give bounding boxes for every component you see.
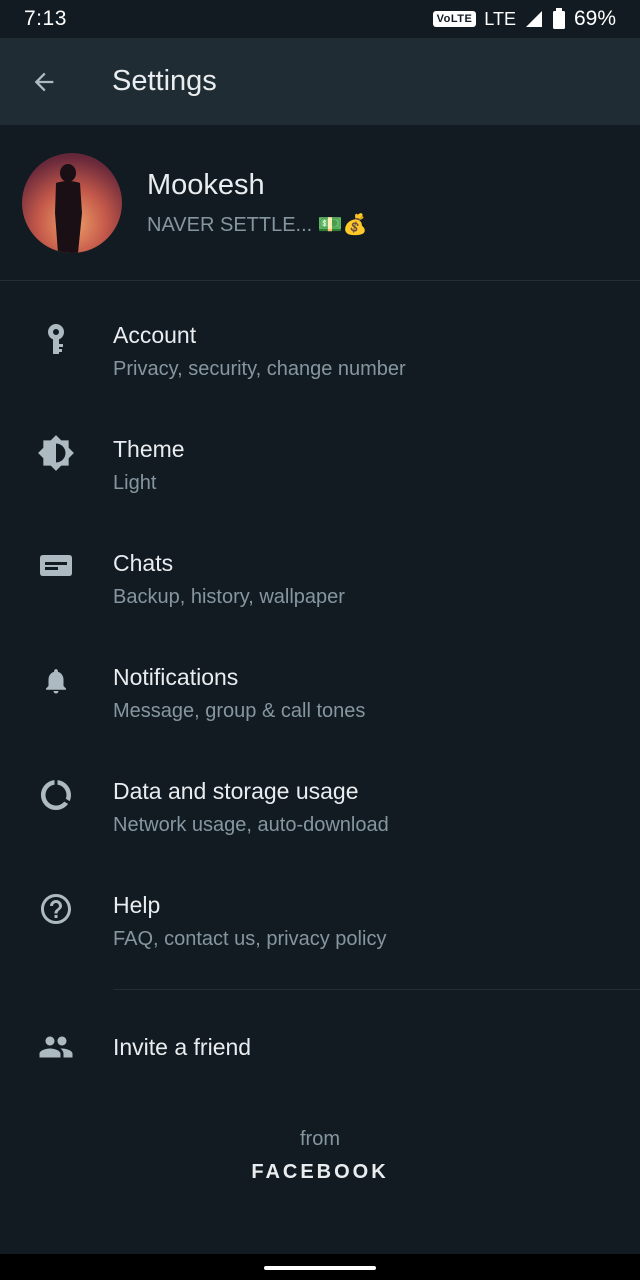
- battery-icon: [552, 8, 565, 29]
- status-bar: 7:13 VoLTE LTE 69%: [0, 0, 640, 38]
- back-arrow-icon: [34, 72, 54, 91]
- menu-item-help[interactable]: Help FAQ, contact us, privacy policy: [0, 852, 640, 966]
- menu-subtitle: FAQ, contact us, privacy policy: [113, 928, 387, 950]
- battery-percent: 69%: [573, 7, 616, 30]
- menu-title: Help: [113, 892, 161, 918]
- menu-subtitle: Message, group & call tones: [113, 700, 366, 722]
- chat-icon: [36, 547, 76, 587]
- profile-status: NAVER SETTLE... 💵💰: [147, 213, 368, 236]
- help-icon: [36, 889, 76, 929]
- footer-brand: FACEBOOK: [251, 1161, 389, 1183]
- profile-row[interactable]: Mookesh NAVER SETTLE... 💵💰: [0, 125, 640, 281]
- avatar[interactable]: [22, 152, 122, 253]
- status-time: 7:13: [24, 7, 67, 30]
- back-button[interactable]: [0, 38, 88, 125]
- menu-title: Chats: [113, 550, 174, 576]
- profile-text: Mookesh NAVER SETTLE... 💵💰: [147, 169, 368, 237]
- bell-icon: [36, 661, 76, 701]
- people-icon: [36, 1027, 76, 1067]
- network-type: LTE: [484, 8, 516, 29]
- menu-item-theme[interactable]: Theme Light: [0, 396, 640, 510]
- menu-title: Notifications: [113, 664, 239, 690]
- signal-icon: [525, 11, 542, 27]
- page-title: Settings: [112, 65, 217, 97]
- status-icons: VoLTE LTE 69%: [432, 7, 616, 31]
- volte-badge: VoLTE: [432, 11, 477, 27]
- footer-from: from: [300, 1128, 340, 1150]
- data-usage-icon: [36, 775, 76, 815]
- footer: from FACEBOOK: [0, 1128, 640, 1184]
- menu-subtitle: Privacy, security, change number: [113, 358, 406, 380]
- menu-title: Account: [113, 322, 197, 348]
- menu-title: Theme: [113, 436, 185, 462]
- key-icon: [36, 320, 76, 360]
- menu-item-invite[interactable]: Invite a friend: [0, 990, 640, 1104]
- avatar-silhouette: [55, 163, 82, 253]
- menu-item-chats[interactable]: Chats Backup, history, wallpaper: [0, 510, 640, 624]
- menu-subtitle: Network usage, auto-download: [113, 814, 389, 836]
- theme-icon: [36, 433, 76, 473]
- home-gesture-handle[interactable]: [264, 1266, 376, 1270]
- menu-item-account[interactable]: Account Privacy, security, change number: [0, 282, 640, 396]
- menu-item-notifications[interactable]: Notifications Message, group & call tone…: [0, 624, 640, 738]
- navigation-bar: [0, 1254, 640, 1280]
- menu-title: Data and storage usage: [113, 778, 359, 804]
- menu-item-data-storage[interactable]: Data and storage usage Network usage, au…: [0, 738, 640, 852]
- menu-subtitle: Light: [113, 472, 157, 494]
- invite-label: Invite a friend: [113, 1033, 252, 1060]
- settings-menu: Account Privacy, security, change number…: [0, 282, 640, 966]
- profile-name: Mookesh: [147, 168, 265, 201]
- menu-subtitle: Backup, history, wallpaper: [113, 586, 345, 608]
- app-bar: Settings: [0, 38, 640, 125]
